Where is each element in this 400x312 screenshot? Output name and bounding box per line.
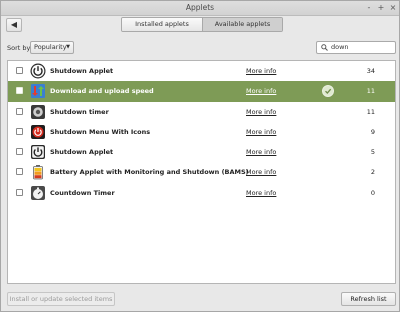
sort-value: Popularity (34, 43, 67, 51)
power-icon (30, 63, 46, 79)
sort-label: Sort by (7, 44, 31, 52)
sort-dropdown[interactable]: Popularity ▼ (30, 41, 74, 54)
more-info-link[interactable]: More info (246, 168, 276, 176)
applet-row[interactable]: Download and upload speed More info 11 (8, 81, 395, 102)
applet-name: Download and upload speed (50, 87, 154, 96)
applet-score: 11 (366, 87, 375, 96)
more-info-link[interactable]: More info (246, 67, 276, 75)
applet-row[interactable]: Battery Applet with Monitoring and Shutd… (8, 162, 395, 182)
applet-list: Shutdown Applet More info 34 Download an… (7, 60, 396, 284)
install-checkbox[interactable] (16, 67, 23, 74)
applet-name: Battery Applet with Monitoring and Shutd… (50, 168, 249, 177)
battery-icon (33, 165, 43, 180)
window-title: Applets (185, 3, 215, 12)
title-bar: Applets - + × (1, 1, 399, 16)
applet-name: Shutdown Applet (50, 148, 114, 157)
search-value: down (331, 43, 349, 51)
power-icon (31, 145, 45, 160)
applet-score: 2 (370, 168, 375, 177)
applet-score: 11 (366, 107, 375, 116)
back-button[interactable]: ◀ (6, 18, 22, 32)
tab-available-applets[interactable]: Available applets (online) (202, 18, 282, 31)
search-input[interactable]: down (316, 41, 396, 54)
install-checkbox[interactable] (16, 87, 23, 95)
timer-icon (31, 104, 45, 119)
applet-score: 5 (370, 148, 375, 157)
applet-row[interactable]: Shutdown timer More info 11 (8, 102, 395, 122)
install-checkbox[interactable] (16, 127, 23, 135)
search-icon (321, 44, 328, 51)
chevron-down-icon: ▼ (66, 44, 70, 50)
more-info-link[interactable]: More info (246, 128, 276, 136)
more-info-link[interactable]: More info (246, 189, 276, 197)
back-arrow-icon: ◀ (10, 20, 18, 29)
refresh-list-button[interactable]: Refresh list (341, 292, 396, 306)
applet-score: 0 (370, 188, 375, 197)
applet-tabs: Installed applets Available applets (onl… (121, 17, 283, 32)
more-info-link[interactable]: More info (246, 148, 276, 156)
applet-name: Shutdown Applet (50, 67, 114, 75)
red-power-icon (31, 124, 45, 139)
install-checkbox[interactable] (16, 168, 23, 176)
maximize-button[interactable]: + (376, 3, 386, 13)
more-info-link[interactable]: More info (246, 87, 276, 95)
applet-score: 9 (370, 127, 375, 136)
applet-name: Shutdown timer (50, 107, 109, 116)
applet-name: Shutdown Menu With Icons (50, 127, 151, 136)
applet-name: Countdown Timer (50, 188, 115, 197)
install-checkbox[interactable] (16, 107, 23, 115)
applets-window: Applets - + × ◀ Installed applets Availa… (0, 0, 400, 312)
tab-installed-applets[interactable]: Installed applets (122, 18, 202, 31)
applet-row[interactable]: Shutdown Menu With Icons More info 9 (8, 122, 395, 142)
minimize-button[interactable]: - (364, 3, 374, 13)
close-button[interactable]: × (388, 3, 398, 13)
applet-row[interactable]: Shutdown Applet More info 5 (8, 142, 395, 162)
install-selected-button[interactable]: Install or update selected items (7, 292, 115, 306)
install-checkbox[interactable] (16, 188, 23, 196)
installed-check-icon (322, 85, 334, 98)
applet-row[interactable]: Countdown Timer More info 0 (8, 183, 395, 203)
install-checkbox[interactable] (16, 148, 23, 156)
stopwatch-icon (31, 185, 45, 200)
network-speed-icon (31, 84, 45, 99)
applet-score: 34 (366, 67, 375, 75)
applet-row[interactable]: Shutdown Applet More info 34 (8, 61, 395, 81)
more-info-link[interactable]: More info (246, 108, 276, 116)
